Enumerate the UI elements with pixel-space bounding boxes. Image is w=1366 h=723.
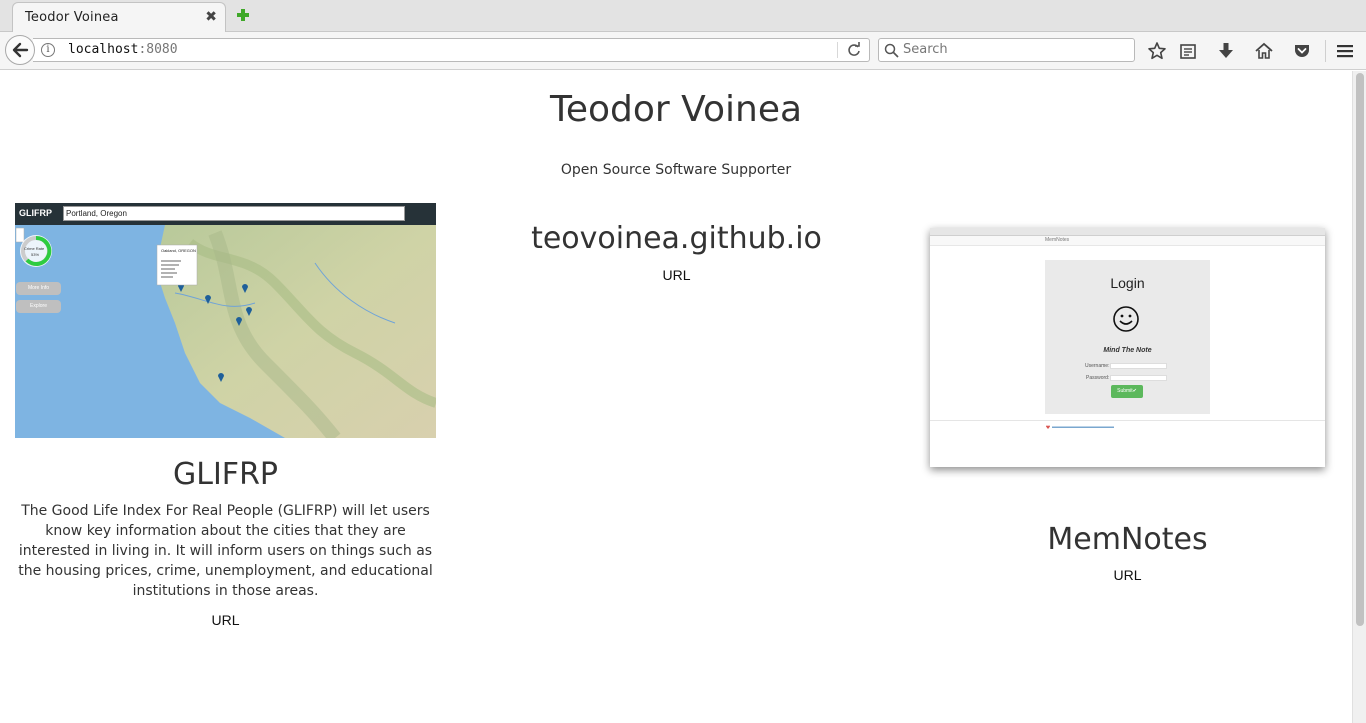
login-title: Login — [1110, 275, 1145, 291]
page-subtitle: Open Source Software Supporter — [560, 162, 792, 178]
page-content: Teodor Voinea Open Source Software Suppo… — [0, 71, 1352, 723]
gauge-value: 53% — [31, 252, 40, 257]
memnotes-screenshot: MemNotes Login Mind The Note Username: P… — [930, 228, 1325, 467]
explore-button: Explore — [16, 300, 61, 313]
glifrp-navbar: GLIFRP Portland, Oregon — [15, 203, 436, 225]
username-field — [1110, 363, 1167, 369]
memnotes-footer-links — [1046, 425, 1114, 429]
hamburger-menu-icon[interactable] — [1335, 41, 1355, 61]
gauge-label: Crime Rate — [24, 246, 45, 251]
back-button[interactable] — [5, 35, 35, 65]
glifrp-description: The Good Life Index For Real People (GLI… — [18, 503, 433, 599]
glifrp-screenshot: GLIFRP Portland, Oregon Crime Rate 53% O… — [15, 203, 436, 438]
memnotes-login-panel: Login Mind The Note Username: Password: … — [1045, 260, 1210, 414]
memnotes-tagline: Mind The Note — [1103, 347, 1152, 354]
github-io-url-link[interactable]: URL — [476, 267, 877, 283]
url-port: :8080 — [138, 42, 178, 57]
glifrp-card: GLIFRP — [15, 457, 436, 492]
glifrp-brand: GLIFRP — [19, 208, 52, 218]
tab-title: Teodor Voinea — [25, 10, 119, 25]
url-divider — [837, 42, 838, 58]
reading-list-icon[interactable] — [1178, 41, 1198, 61]
vertical-scrollbar[interactable] — [1352, 71, 1366, 723]
scrollbar-thumb[interactable] — [1356, 73, 1364, 626]
bookmark-star-icon[interactable] — [1147, 41, 1167, 61]
back-arrow-icon — [12, 42, 29, 58]
close-tab-icon[interactable]: ✖ — [205, 9, 217, 25]
search-icon — [884, 43, 899, 58]
memnotes-url-link[interactable]: URL — [900, 567, 1355, 583]
tab-active[interactable]: Teodor Voinea ✖ — [12, 2, 226, 33]
smiley-icon — [1113, 306, 1139, 332]
pocket-icon[interactable] — [1292, 41, 1312, 61]
map-image — [15, 203, 436, 438]
url-bar[interactable]: i localhost:8080 — [33, 38, 870, 62]
memnotes-brand: MemNotes — [1045, 237, 1070, 243]
url-host: localhost — [68, 42, 139, 57]
glifrp-title: GLIFRP — [173, 457, 278, 492]
search-placeholder: Search — [903, 42, 948, 57]
reload-icon[interactable] — [845, 41, 863, 59]
memnotes-navbar: MemNotes — [930, 236, 1325, 246]
memnotes-window-titlebar — [930, 228, 1325, 242]
tab-bar: Teodor Voinea ✖ — [0, 0, 1366, 33]
memnotes-divider — [930, 420, 1325, 421]
download-icon[interactable] — [1216, 41, 1236, 61]
url-text[interactable]: localhost:8080 — [68, 42, 178, 57]
search-bar[interactable]: Search — [878, 38, 1135, 62]
password-field — [1110, 375, 1167, 381]
glifrp-search-value: Portland, Oregon — [63, 206, 405, 221]
toolbar-divider — [1325, 40, 1326, 62]
username-label: Username: — [1085, 363, 1110, 369]
more-info-button: More Info — [16, 282, 61, 295]
password-label: Password: — [1086, 375, 1110, 381]
memnotes-title: MemNotes — [1047, 522, 1208, 557]
navigation-toolbar: i localhost:8080 Search — [0, 32, 1366, 70]
glifrp-url-link[interactable]: URL — [15, 612, 436, 628]
github-io-title: teovoinea.github.io — [531, 221, 822, 256]
info-icon[interactable]: i — [41, 43, 55, 57]
new-tab-icon[interactable] — [236, 8, 250, 22]
page-title: Teodor Voinea — [549, 89, 803, 130]
submit-button: Submit✔ — [1111, 385, 1143, 398]
home-icon[interactable] — [1254, 41, 1274, 61]
popup-title: Oakland, OREGON — [161, 248, 196, 253]
